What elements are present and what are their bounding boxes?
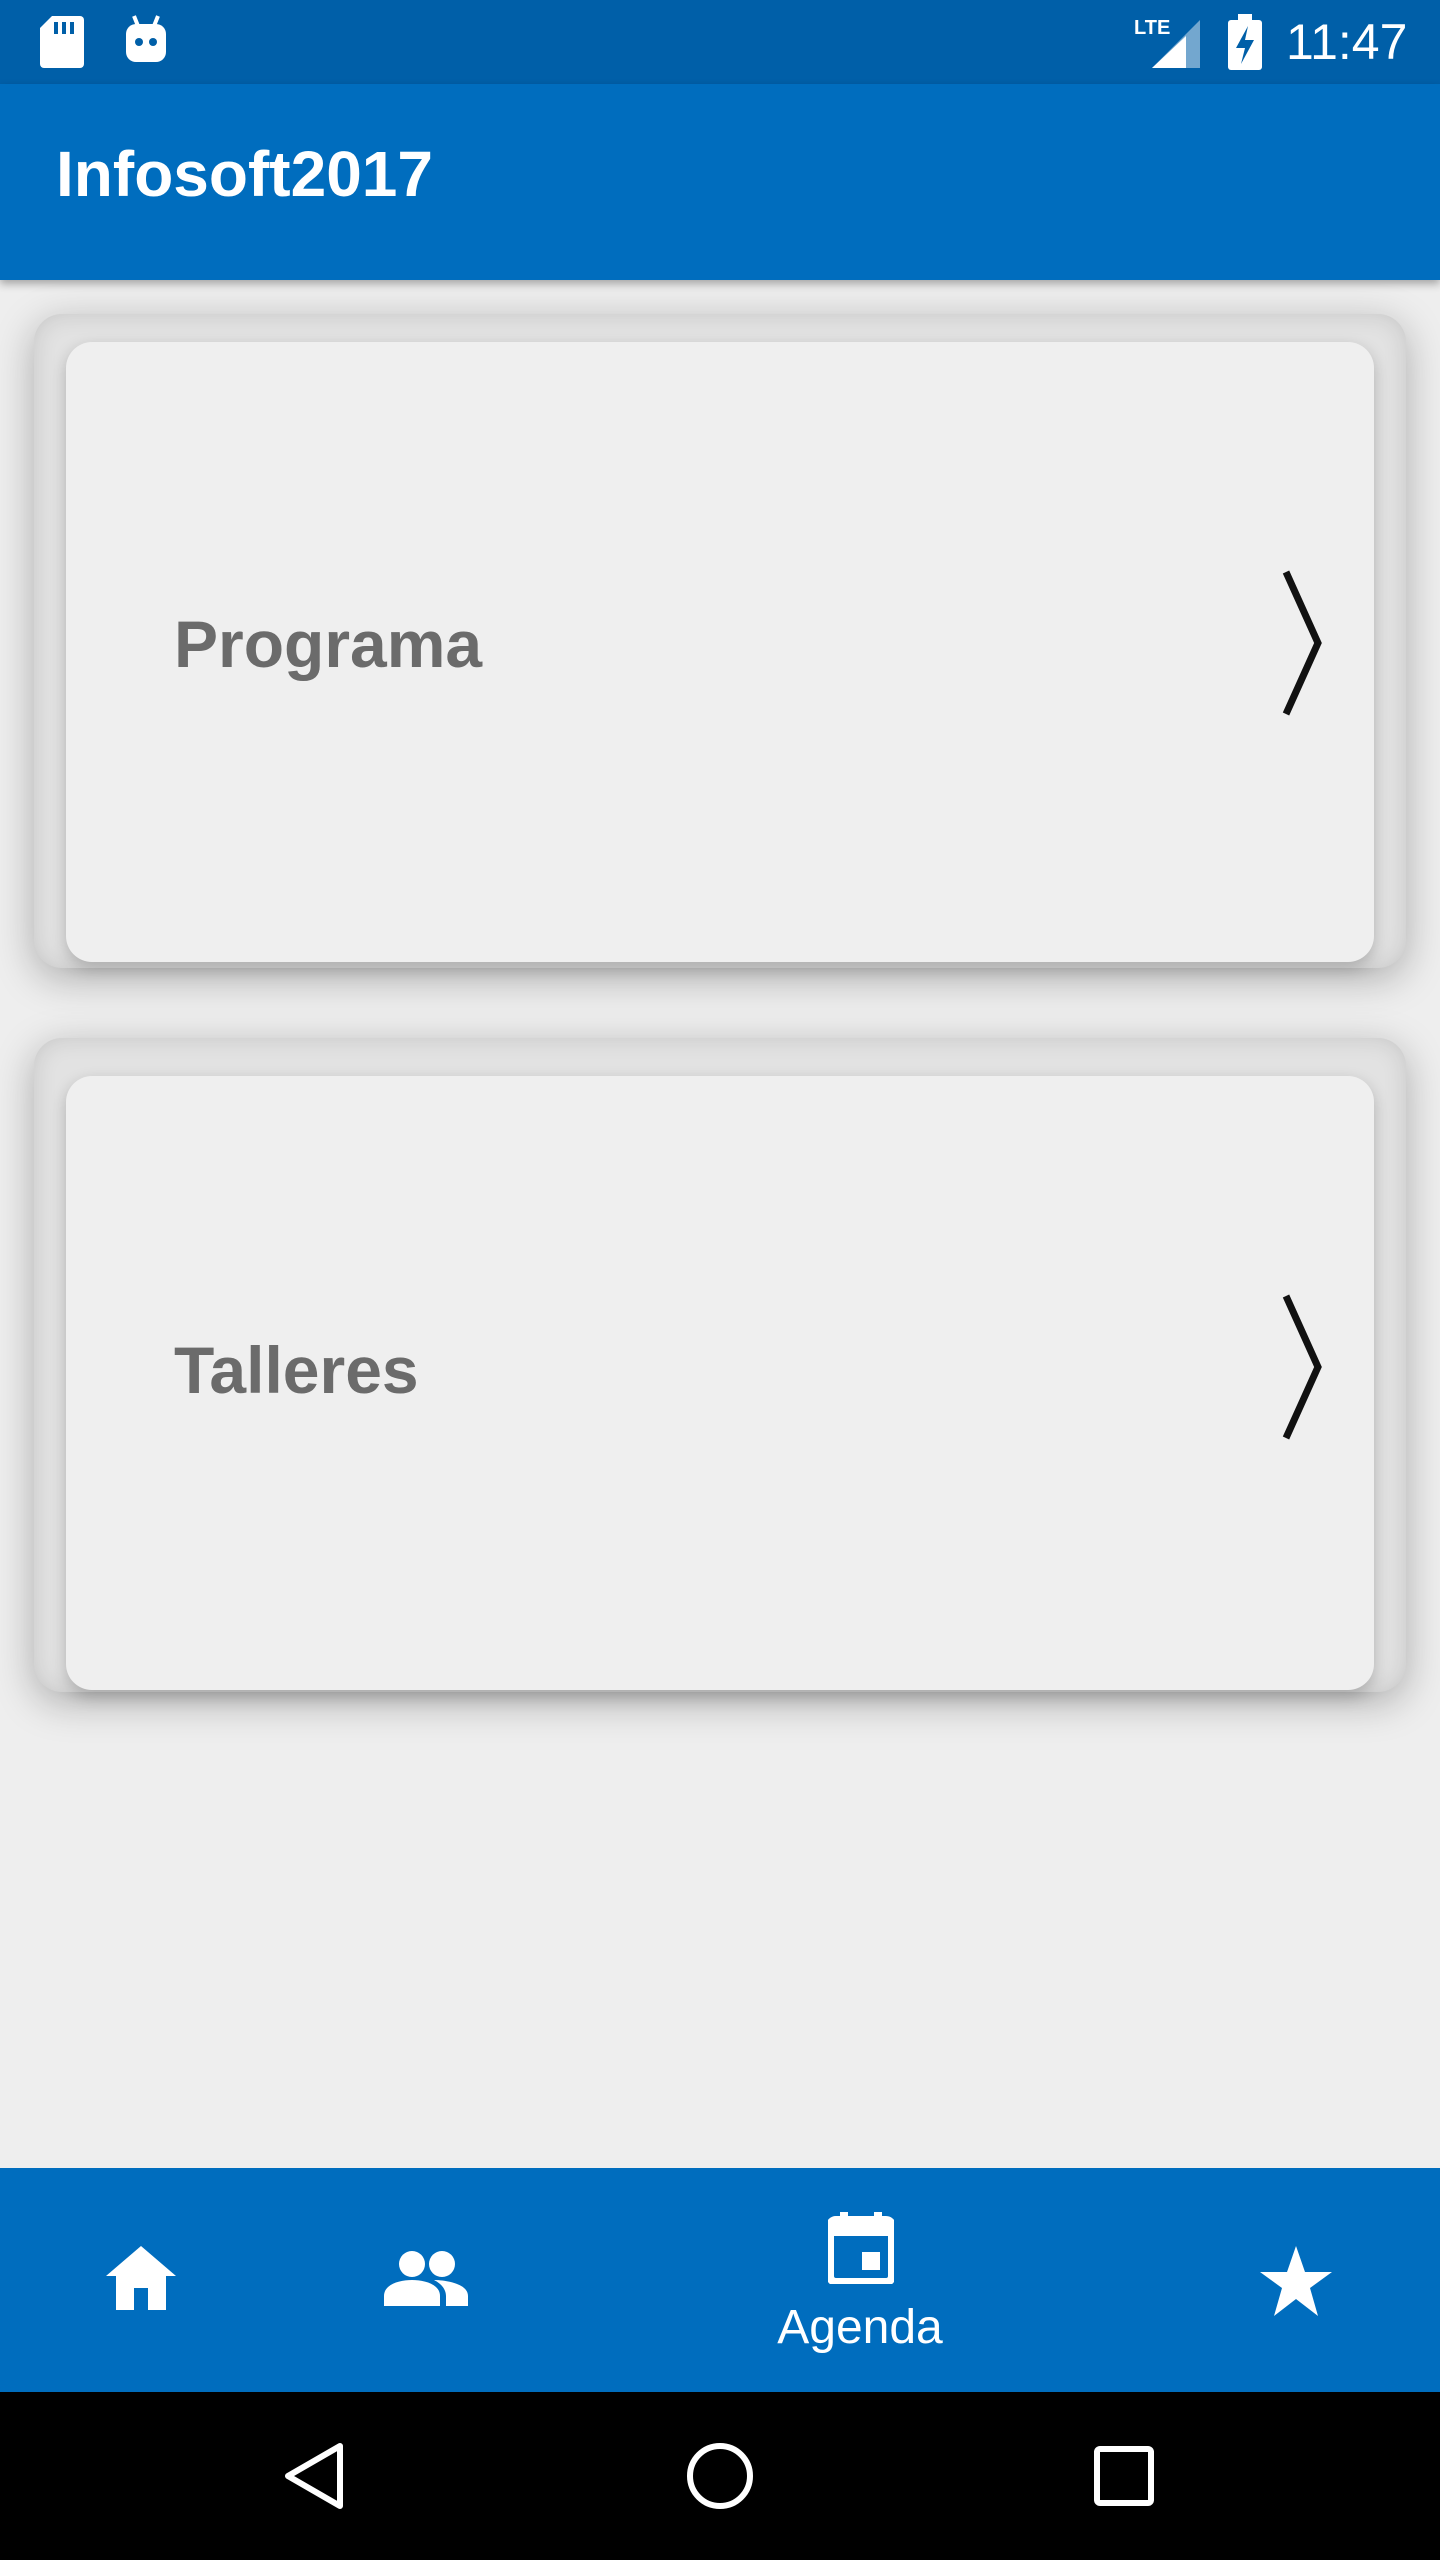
system-navigation-bar	[0, 2392, 1440, 2560]
chevron-right-icon	[1282, 570, 1322, 716]
star-icon	[1260, 2246, 1332, 2316]
back-icon[interactable]	[284, 2442, 344, 2510]
nav-item-home[interactable]	[40, 2168, 240, 2392]
nav-item-people[interactable]	[326, 2168, 526, 2392]
card-talleres[interactable]: Talleres	[66, 1076, 1374, 1690]
status-clock: 11:47	[1286, 14, 1408, 70]
nav-label-agenda: Agenda	[777, 2301, 943, 2354]
bottom-navigation: Agenda	[0, 2168, 1440, 2392]
sd-card-icon	[40, 16, 84, 68]
card-label-talleres: Talleres	[174, 1333, 419, 1407]
chevron-right-icon	[1282, 1294, 1322, 1440]
home-icon	[106, 2246, 176, 2310]
lte-label: LTE	[1134, 17, 1170, 39]
battery-charging-icon	[1228, 14, 1262, 70]
nav-item-favorites[interactable]	[1196, 2168, 1396, 2392]
home-circle-icon[interactable]	[686, 2442, 754, 2510]
nav-item-agenda[interactable]: Agenda	[700, 2168, 1020, 2392]
card-label-programa: Programa	[174, 607, 483, 681]
calendar-icon	[828, 2212, 894, 2284]
status-bar: LTE 11:47	[0, 0, 1440, 84]
android-bot-icon	[126, 15, 166, 62]
people-icon	[384, 2251, 468, 2306]
lte-signal-icon: LTE	[1134, 17, 1200, 68]
page-title: Infosoft2017	[56, 138, 433, 210]
recents-icon[interactable]	[1094, 2446, 1154, 2506]
app-bar: Infosoft2017	[0, 84, 1440, 280]
card-programa[interactable]: Programa	[66, 342, 1374, 962]
